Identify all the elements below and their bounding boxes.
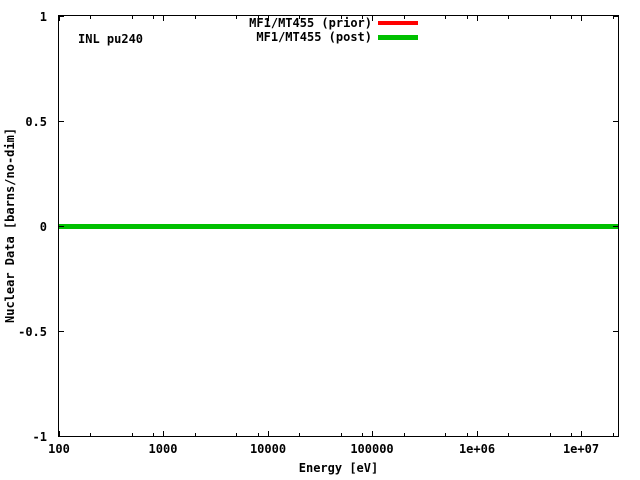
x-minor-tick	[132, 433, 133, 436]
x-minor-tick	[341, 433, 342, 436]
x-tick-label: 10000	[223, 443, 313, 455]
legend-label: MF1/MT455 (post)	[256, 31, 372, 43]
y-tick-label: -1	[0, 431, 47, 443]
y-tick-label: -0.5	[0, 326, 47, 338]
x-minor-tick-mirror	[153, 16, 154, 19]
x-minor-tick	[299, 433, 300, 436]
y-major-tick-mirror	[613, 331, 618, 332]
x-minor-tick	[571, 433, 572, 436]
x-major-tick	[163, 431, 164, 436]
y-major-tick-mirror	[613, 226, 618, 227]
x-minor-tick	[236, 433, 237, 436]
x-minor-tick	[467, 433, 468, 436]
x-major-tick	[581, 431, 582, 436]
y-major-tick-mirror	[613, 436, 618, 437]
x-minor-tick-mirror	[362, 16, 363, 19]
x-tick-label: 1000	[118, 443, 208, 455]
x-major-tick	[268, 431, 269, 436]
x-minor-tick-mirror	[299, 16, 300, 19]
x-minor-tick-mirror	[445, 16, 446, 19]
x-major-tick-mirror	[477, 16, 478, 21]
series-line-post	[59, 224, 618, 229]
x-minor-tick	[508, 433, 509, 436]
y-tick-label: 0	[0, 221, 47, 233]
x-minor-tick-mirror	[236, 16, 237, 19]
x-minor-tick-mirror	[404, 16, 405, 19]
x-major-tick-mirror	[372, 16, 373, 21]
x-minor-tick	[195, 433, 196, 436]
x-minor-tick	[445, 433, 446, 436]
y-tick-label: 0.5	[0, 116, 47, 128]
x-minor-tick-mirror	[258, 16, 259, 19]
x-axis-title: Energy [eV]	[58, 462, 619, 474]
plot-area: INL pu240 MF1/MT455 (prior)MF1/MT455 (po…	[58, 15, 619, 437]
y-major-tick	[59, 16, 64, 17]
x-minor-tick	[153, 433, 154, 436]
y-major-tick	[59, 331, 64, 332]
x-minor-tick	[258, 433, 259, 436]
x-minor-tick	[362, 433, 363, 436]
x-minor-tick	[550, 433, 551, 436]
x-tick-label: 1e+06	[432, 443, 522, 455]
gnuplot-chart: Nuclear Data [barns/no-dim] Energy [eV] …	[0, 0, 640, 480]
x-minor-tick-mirror	[571, 16, 572, 19]
x-minor-tick-mirror	[195, 16, 196, 19]
x-minor-tick-mirror	[467, 16, 468, 19]
x-minor-tick-mirror	[90, 16, 91, 19]
x-minor-tick-mirror	[132, 16, 133, 19]
y-major-tick	[59, 121, 64, 122]
y-major-tick-mirror	[613, 121, 618, 122]
y-major-tick	[59, 226, 64, 227]
x-tick-label: 1e+07	[536, 443, 626, 455]
x-major-tick	[372, 431, 373, 436]
legend-swatch	[378, 21, 418, 25]
x-tick-label: 100	[14, 443, 104, 455]
x-minor-tick-mirror	[341, 16, 342, 19]
x-minor-tick-mirror	[508, 16, 509, 19]
y-major-tick-mirror	[613, 16, 618, 17]
legend-swatch	[378, 35, 418, 40]
y-tick-label: 1	[0, 11, 47, 23]
plot-annotation: INL pu240	[78, 33, 143, 45]
x-minor-tick	[90, 433, 91, 436]
x-major-tick	[477, 431, 478, 436]
x-minor-tick-mirror	[550, 16, 551, 19]
x-major-tick-mirror	[268, 16, 269, 21]
legend-row-prior: MF1/MT455 (prior)	[249, 16, 418, 30]
legend-row-post: MF1/MT455 (post)	[249, 30, 418, 44]
x-major-tick-mirror	[581, 16, 582, 21]
x-tick-label: 100000	[327, 443, 417, 455]
y-major-tick	[59, 436, 64, 437]
x-minor-tick	[404, 433, 405, 436]
x-major-tick-mirror	[163, 16, 164, 21]
legend: MF1/MT455 (prior)MF1/MT455 (post)	[249, 16, 418, 44]
